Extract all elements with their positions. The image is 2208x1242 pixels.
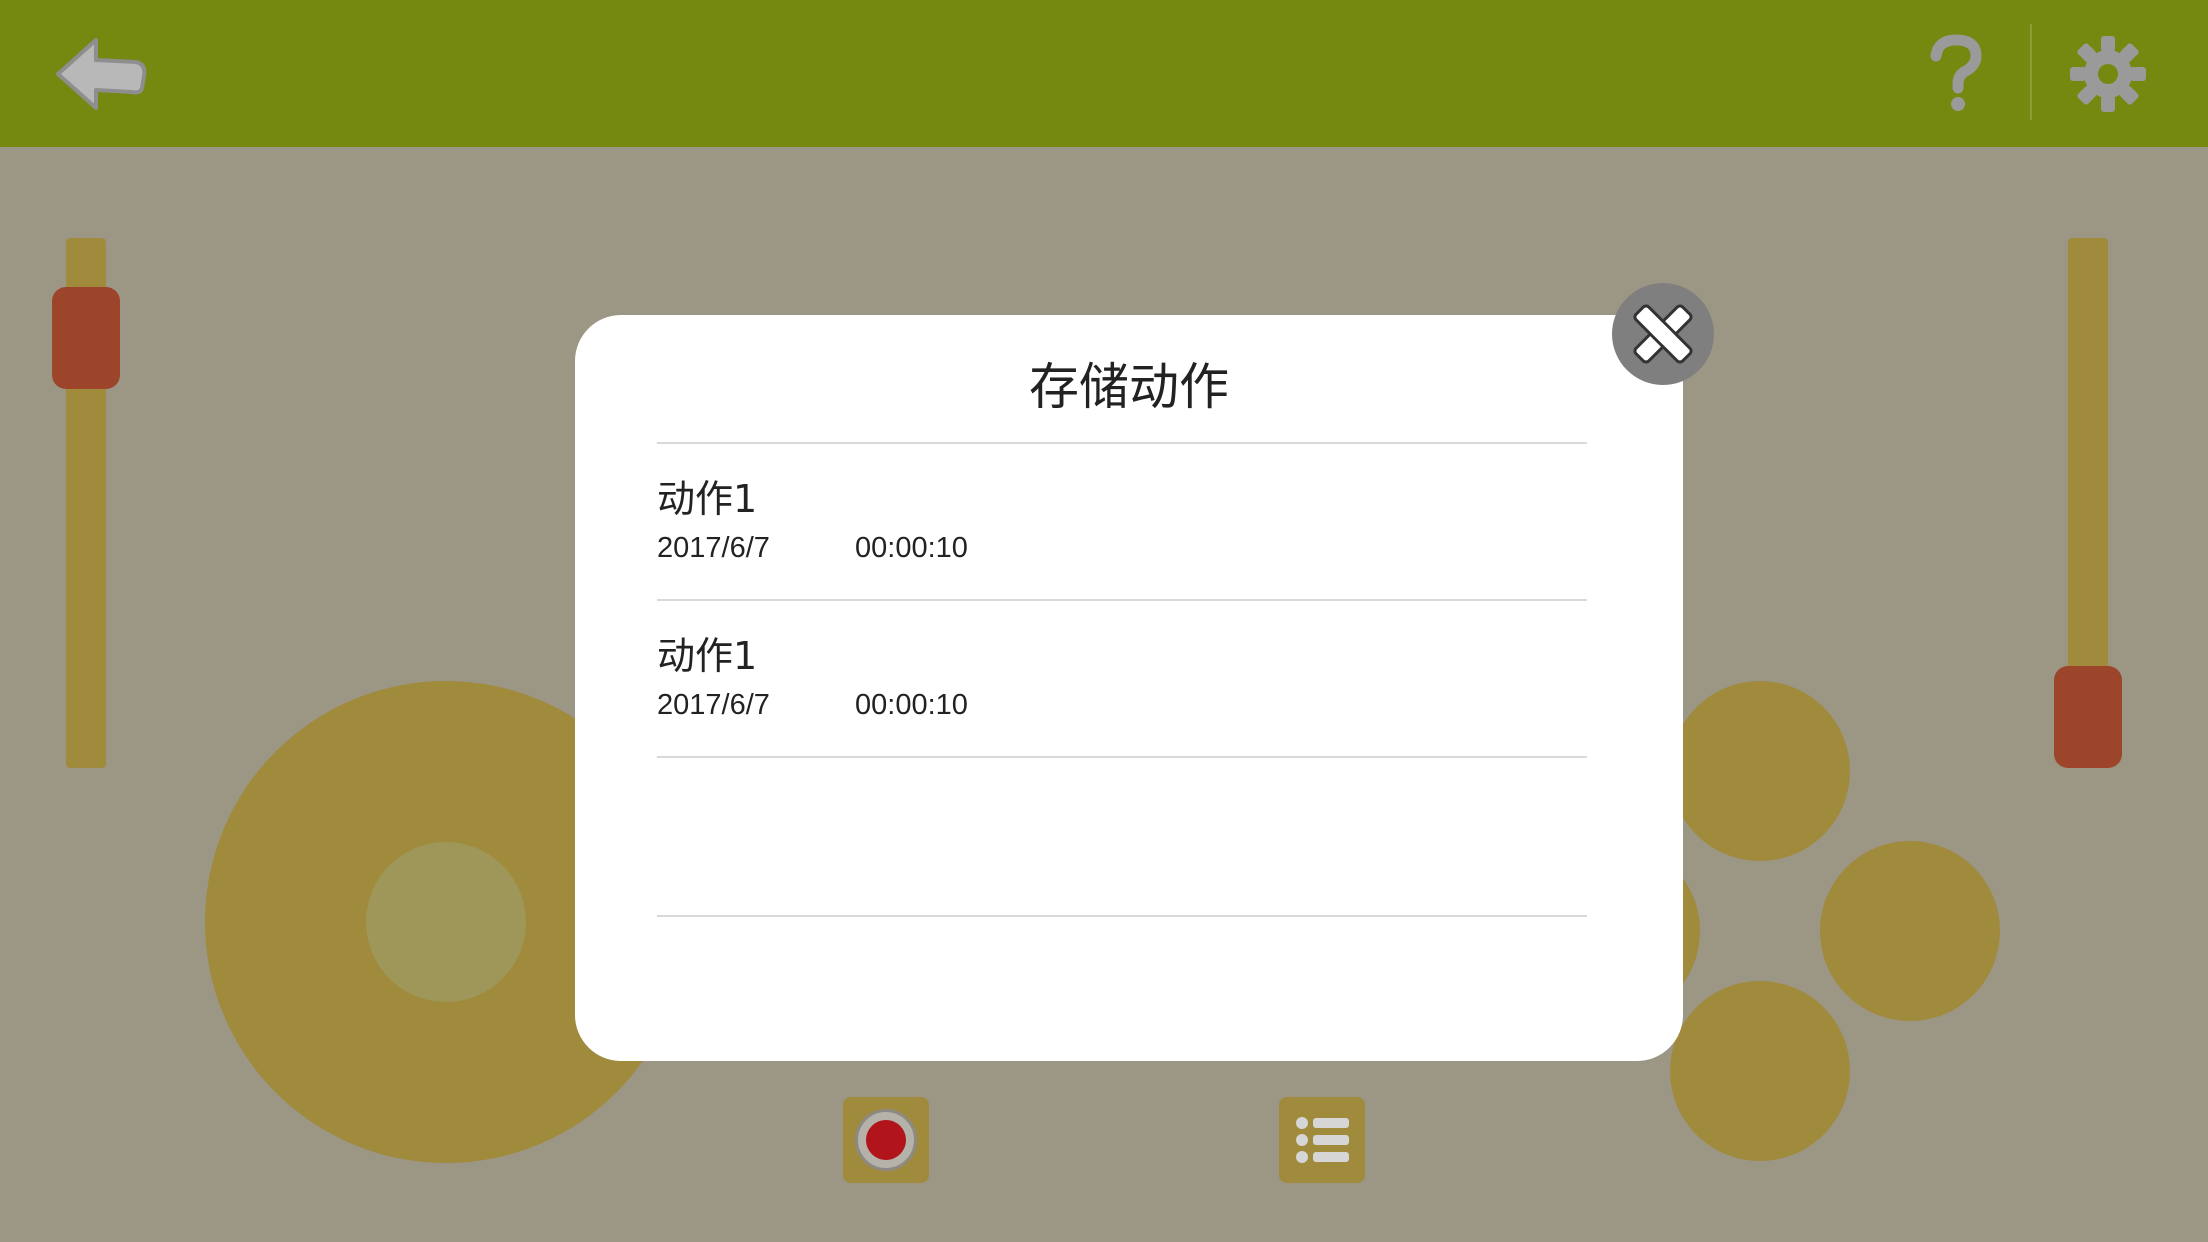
action-button-bottom[interactable] — [1670, 981, 1850, 1161]
empty-list-slot — [657, 758, 1587, 917]
record-icon — [855, 1109, 917, 1171]
close-dialog-button[interactable] — [1612, 283, 1714, 385]
remote-control-screen: 存储动作 动作1 2017/6/7 00:00:10 动作1 2017/6/7 … — [0, 0, 2208, 1242]
saved-actions-dialog: 存储动作 动作1 2017/6/7 00:00:10 动作1 2017/6/7 … — [575, 315, 1683, 1061]
action-duration: 00:00:10 — [855, 532, 968, 564]
action-name: 动作1 — [657, 477, 758, 521]
help-button[interactable] — [1924, 34, 1988, 114]
list-item[interactable]: 动作1 2017/6/7 00:00:10 — [657, 601, 1587, 758]
action-button-top[interactable] — [1670, 681, 1850, 861]
record-dot — [866, 1120, 906, 1160]
action-date: 2017/6/7 — [657, 689, 770, 721]
toolbar-divider — [2030, 24, 2032, 120]
list-item[interactable]: 动作1 2017/6/7 00:00:10 — [657, 444, 1587, 601]
question-mark-icon — [1930, 34, 1982, 111]
gear-icon — [2070, 36, 2146, 112]
action-date: 2017/6/7 — [657, 532, 770, 564]
action-duration: 00:00:10 — [855, 689, 968, 721]
left-slider-thumb[interactable] — [52, 287, 120, 389]
settings-button[interactable] — [2068, 34, 2148, 114]
dialog-title: 存储动作 — [1029, 358, 1229, 416]
action-button-right[interactable] — [1820, 841, 2000, 1021]
saved-actions-list: 动作1 2017/6/7 00:00:10 动作1 2017/6/7 00:00… — [657, 442, 1587, 917]
top-bar — [0, 0, 2208, 147]
list-icon — [1296, 1117, 1349, 1163]
joystick-knob[interactable] — [366, 842, 526, 1002]
action-list-button[interactable] — [1279, 1097, 1365, 1183]
record-button[interactable] — [843, 1097, 929, 1183]
right-slider-thumb[interactable] — [2054, 666, 2122, 768]
back-button[interactable] — [50, 34, 150, 114]
close-x-icon — [1633, 304, 1693, 364]
back-arrow-icon — [56, 38, 147, 110]
action-name: 动作1 — [657, 634, 758, 678]
